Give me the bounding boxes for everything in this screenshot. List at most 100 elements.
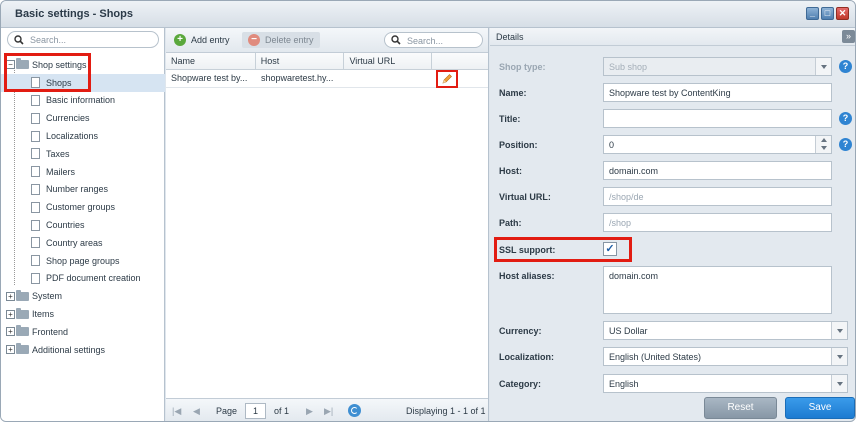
tree-node-label: Localizations: [46, 131, 99, 142]
currency-select[interactable]: US Dollar: [603, 321, 848, 340]
virtual-url-input[interactable]: /shop/de: [603, 187, 832, 206]
document-icon: [31, 272, 40, 284]
grid-toolbar: + Add entry − Delete entry Search...: [166, 28, 488, 53]
field-shop-type: Shop type: Sub shop ?: [490, 57, 855, 79]
currency-label: Currency:: [499, 326, 542, 336]
folder-icon: [16, 289, 29, 301]
expand-toggle-icon[interactable]: +: [6, 291, 15, 301]
tree-node-countries[interactable]: Countries: [1, 216, 165, 234]
column-header-host[interactable]: Host: [256, 53, 345, 69]
minimize-button[interactable]: _: [806, 7, 819, 20]
path-input[interactable]: /shop: [603, 213, 832, 232]
dropdown-arrow-icon[interactable]: [831, 322, 847, 339]
tree-node-country-areas[interactable]: Country areas: [1, 234, 165, 252]
column-header-name[interactable]: Name: [166, 53, 256, 69]
document-icon: [31, 148, 40, 160]
next-page-button[interactable]: ▶: [306, 406, 313, 417]
close-button[interactable]: ✕: [836, 7, 849, 20]
dropdown-arrow-icon: [815, 58, 831, 75]
tree-node-localizations[interactable]: Localizations: [1, 127, 165, 145]
tree-node-label: Customer groups: [46, 202, 116, 213]
settings-window: Basic settings - Shops _ □ ✕ Search... −…: [0, 0, 856, 422]
expand-toggle-icon[interactable]: +: [6, 327, 15, 337]
settings-tree-panel: Search... − Shop settings Shops Basic in…: [1, 28, 165, 421]
tree-node-system[interactable]: + System: [1, 287, 165, 305]
tree-node-shop-settings[interactable]: − Shop settings: [1, 56, 165, 74]
tree-node-basic-information[interactable]: Basic information: [1, 92, 165, 110]
tree-node-mailers[interactable]: Mailers: [1, 163, 165, 181]
category-select[interactable]: English: [603, 374, 848, 393]
tree-node-label: Shops: [46, 77, 72, 88]
tree-node-frontend[interactable]: + Frontend: [1, 323, 165, 341]
tree-node-label: System: [32, 291, 63, 302]
tree-node-shops[interactable]: Shops: [1, 73, 165, 92]
cell-virtual-url: [345, 70, 433, 87]
delete-entry-button[interactable]: − Delete entry: [242, 32, 320, 48]
help-icon[interactable]: ?: [839, 138, 852, 151]
document-icon: [31, 237, 40, 249]
tree-node-shop-page-groups[interactable]: Shop page groups: [1, 252, 165, 270]
refresh-icon[interactable]: [348, 404, 361, 417]
document-icon: [31, 77, 40, 89]
page-label: Page: [216, 406, 238, 416]
tree-node-items[interactable]: + Items: [1, 305, 165, 323]
title-input[interactable]: [603, 109, 832, 128]
collapse-panel-icon[interactable]: »: [842, 30, 855, 43]
field-host-aliases: Host aliases: domain.com: [490, 266, 855, 318]
minus-icon: −: [248, 34, 260, 46]
virtual-url-label: Virtual URL:: [499, 192, 551, 202]
field-ssl-support: SSL support: ✓: [490, 240, 855, 262]
details-header: Details »: [490, 28, 855, 46]
window-controls: _ □ ✕: [806, 7, 849, 20]
help-icon[interactable]: ?: [839, 112, 852, 125]
edit-entry-button[interactable]: [436, 70, 458, 88]
cell-name: Shopware test by...: [171, 73, 248, 83]
shop-type-label: Shop type:: [499, 62, 546, 72]
localization-select[interactable]: English (United States): [603, 347, 848, 366]
grid-pager: |◀ ◀ Page 1 of 1 ▶ ▶| Displaying 1 - 1 o…: [166, 398, 488, 421]
tree-node-label: PDF document creation: [46, 273, 141, 284]
details-panel: Details » Shop type: Sub shop ? Name: Sh…: [490, 28, 855, 421]
stepper-arrows-icon[interactable]: [815, 136, 831, 153]
column-header-virtual-url[interactable]: Virtual URL: [344, 53, 433, 69]
maximize-button[interactable]: □: [821, 7, 834, 20]
tree-node-additional-settings[interactable]: + Additional settings: [1, 341, 165, 359]
tree-node-currencies[interactable]: Currencies: [1, 109, 165, 127]
grid-search-input[interactable]: Search...: [384, 32, 483, 48]
localization-label: Localization:: [499, 352, 555, 362]
pager-display-text: Displaying 1 - 1 of 1: [406, 406, 486, 416]
tree-search-placeholder: Search...: [30, 35, 67, 45]
dropdown-arrow-icon[interactable]: [831, 348, 847, 365]
tree-node-label: Taxes: [46, 148, 70, 159]
host-input[interactable]: domain.com: [603, 161, 832, 180]
position-label: Position:: [499, 140, 538, 150]
tree-node-number-ranges[interactable]: Number ranges: [1, 181, 165, 199]
position-input[interactable]: 0: [603, 135, 832, 154]
category-value: English: [609, 379, 639, 389]
window-title: Basic settings - Shops: [15, 8, 133, 20]
first-page-button[interactable]: |◀: [172, 406, 181, 417]
expand-toggle-icon[interactable]: +: [6, 345, 15, 355]
name-input[interactable]: Shopware test by ContentKing: [603, 83, 832, 102]
document-icon: [31, 219, 40, 231]
page-number-input[interactable]: 1: [245, 403, 266, 419]
dropdown-arrow-icon[interactable]: [831, 375, 847, 392]
last-page-button[interactable]: ▶|: [324, 406, 333, 417]
field-localization: Localization: English (United States): [490, 347, 855, 369]
tree-node-pdf-document-creation[interactable]: PDF document creation: [1, 270, 165, 288]
tree-node-taxes[interactable]: Taxes: [1, 145, 165, 163]
tree-node-label: Shop page groups: [46, 255, 120, 266]
expand-toggle-icon[interactable]: +: [6, 309, 15, 319]
host-aliases-label: Host aliases:: [499, 271, 555, 281]
prev-page-button[interactable]: ◀: [193, 406, 200, 417]
help-icon[interactable]: ?: [839, 60, 852, 73]
tree-search-input[interactable]: Search...: [7, 31, 159, 48]
ssl-support-checkbox[interactable]: ✓: [603, 242, 617, 256]
host-aliases-textarea[interactable]: domain.com: [603, 266, 832, 314]
tree-node-customer-groups[interactable]: Customer groups: [1, 198, 165, 216]
collapse-toggle-icon[interactable]: −: [6, 60, 15, 70]
tree-node-label: Basic information: [46, 95, 116, 106]
save-button[interactable]: Save: [785, 397, 855, 419]
add-entry-button[interactable]: + Add entry: [174, 32, 230, 48]
reset-button[interactable]: Reset: [704, 397, 777, 419]
